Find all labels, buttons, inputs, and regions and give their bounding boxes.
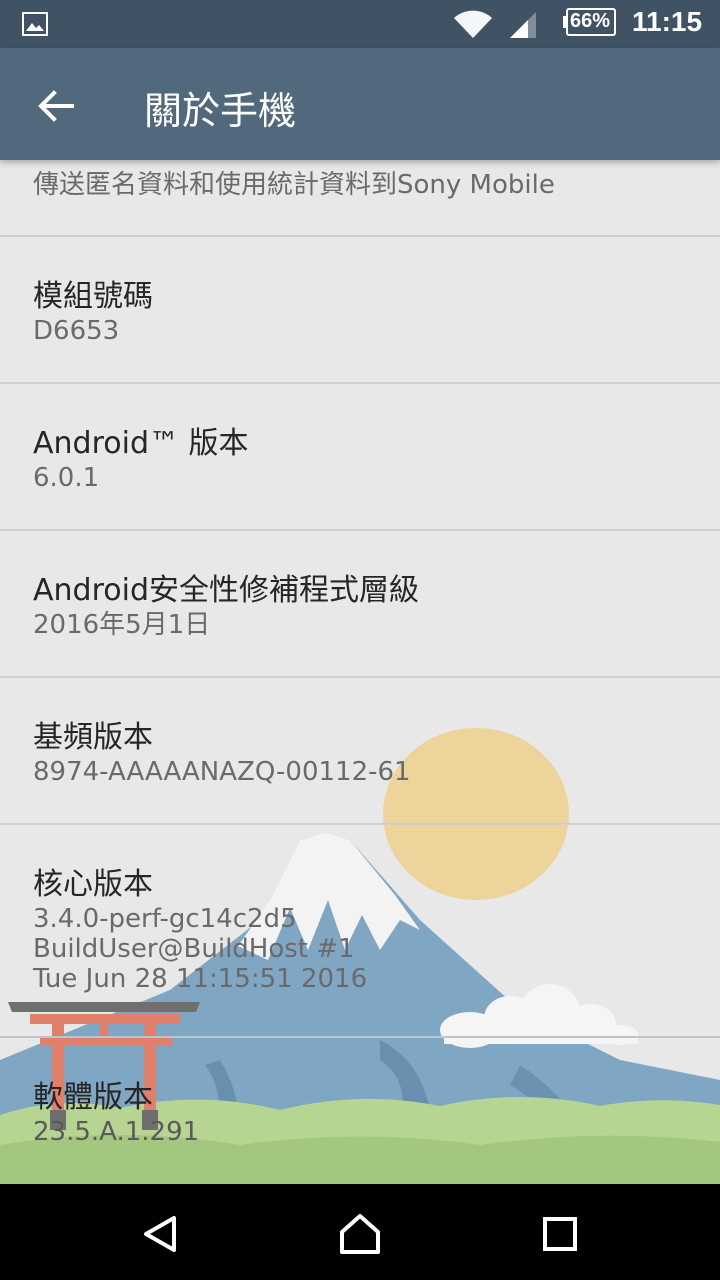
list-item-model-number[interactable]: 模組號碼 D6653 [0,237,720,383]
list-item-kernel-version[interactable]: 核心版本 3.4.0-perf-gc14c2d5 BuildUser@Build… [0,825,720,1035]
settings-list-container[interactable]: 傳送匿名資料和使用統計資料到Sony Mobile 模組號碼 D6653 And… [0,160,720,1184]
list-item-security-patch-level[interactable]: Android安全性修補程式層級 2016年5月1日 [0,531,720,677]
list-item-usage-data[interactable]: 傳送匿名資料和使用統計資料到Sony Mobile [0,160,720,236]
baseband-version-title: 基頻版本 [33,720,153,755]
status-clock: 11:15 [632,6,703,37]
divider [0,1036,720,1038]
recents-icon[interactable] [542,1216,578,1252]
back-icon[interactable] [140,1214,180,1254]
kernel-version-title: 核心版本 [33,867,153,902]
status-bar: 66% 11:15 [0,0,720,48]
list-item-baseband-version[interactable]: 基頻版本 8974-AAAAANAZQ-00112-61 [0,678,720,824]
signal-icon [510,12,536,38]
security-patch-title: Android安全性修補程式層級 [33,573,419,608]
battery-percent: 66% [570,10,611,32]
image-notification-icon [22,12,48,36]
software-version-value: 23.5.A.1.291 [33,1117,200,1147]
divider [0,529,720,531]
divider [0,382,720,384]
divider [0,235,720,237]
android-version-title: Android™ 版本 [33,426,249,461]
model-number-title: 模組號碼 [33,279,153,314]
kernel-version-line: Tue Jun 28 11:15:51 2016 [33,964,368,994]
model-number-value: D6653 [33,316,120,346]
software-version-title: 軟體版本 [33,1080,153,1115]
page-title: 關於手機 [144,89,297,133]
list-item-android-version[interactable]: Android™ 版本 6.0.1 [0,384,720,530]
app-bar: 關於手機 [0,48,720,160]
back-arrow-icon[interactable] [32,82,80,130]
home-icon[interactable] [338,1212,382,1256]
security-patch-value: 2016年5月1日 [33,610,211,640]
navigation-bar [0,1184,720,1280]
wifi-icon [454,10,492,38]
baseband-version-value: 8974-AAAAANAZQ-00112-61 [33,757,411,787]
usage-data-summary: 傳送匿名資料和使用統計資料到Sony Mobile [33,170,555,200]
divider [0,823,720,825]
divider [0,676,720,678]
android-version-value: 6.0.1 [33,463,100,493]
list-item-software-version[interactable]: 軟體版本 23.5.A.1.291 [0,1038,720,1184]
